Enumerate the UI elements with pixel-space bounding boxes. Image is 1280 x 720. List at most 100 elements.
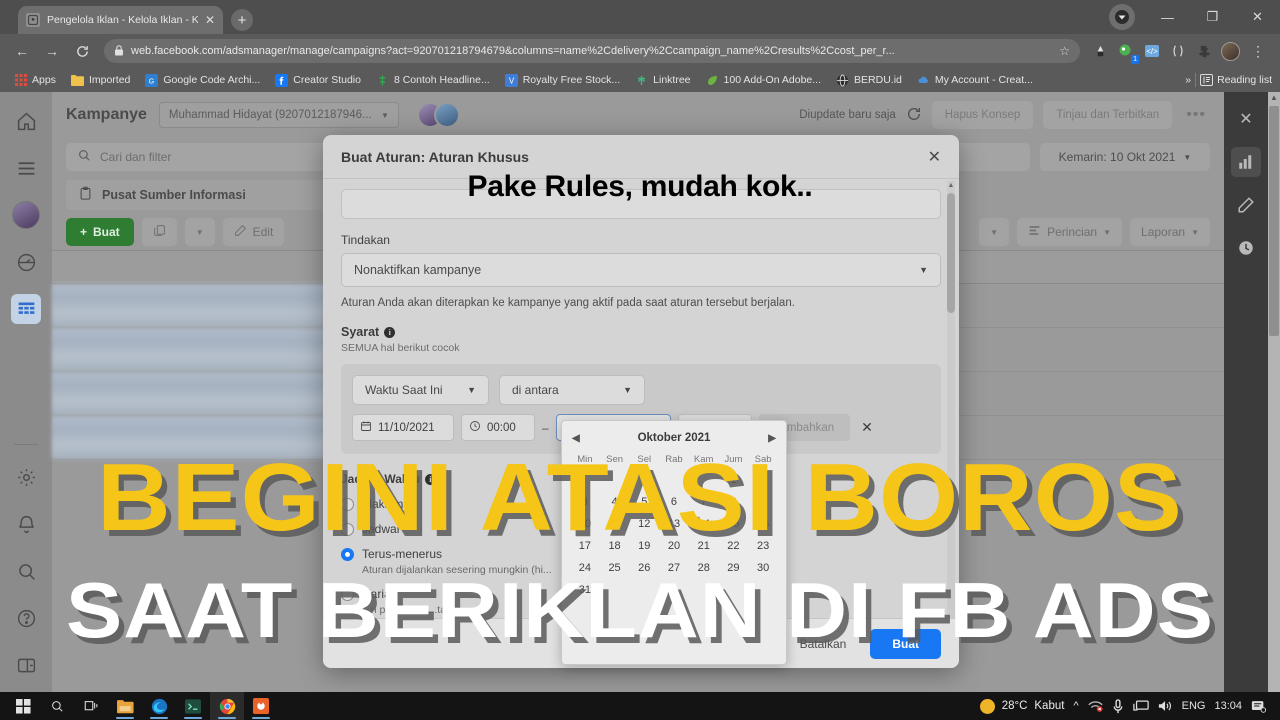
- maximize-button[interactable]: ❐: [1190, 0, 1235, 34]
- avatar[interactable]: [11, 200, 41, 230]
- clock-time[interactable]: 13:04: [1214, 700, 1242, 712]
- profile-avatar-icon[interactable]: [1218, 39, 1242, 63]
- svg-text:G: G: [149, 78, 154, 85]
- apps-grid-icon: [14, 74, 27, 87]
- modal-scrollbar[interactable]: ▲: [947, 181, 955, 621]
- lock-icon: [114, 44, 124, 58]
- chrome-menu-icon[interactable]: ⋮: [1244, 37, 1272, 65]
- extension-chat-icon[interactable]: 1: [1114, 39, 1139, 64]
- network-offline-icon[interactable]: [1087, 700, 1103, 713]
- action-label: Tindakan: [341, 233, 390, 247]
- window-controls: — ❐ ✕: [1109, 0, 1280, 34]
- reports-button[interactable]: Laporan ▼: [1130, 218, 1210, 246]
- vimeo-icon: V: [504, 73, 518, 87]
- chrome-icon[interactable]: [210, 692, 244, 720]
- calendar-prev-icon[interactable]: ◀: [572, 433, 580, 444]
- bookmark-apps[interactable]: Apps: [8, 70, 62, 90]
- bookmark-contoh-headline[interactable]: 8 Contoh Headline...: [370, 70, 496, 90]
- discard-draft-button[interactable]: Hapus Konsep: [931, 101, 1034, 129]
- address-bar[interactable]: web.facebook.com/adsmanager/manage/campa…: [104, 39, 1080, 63]
- weather-widget[interactable]: 28°C Kabut: [979, 698, 1064, 714]
- condition-metric-select[interactable]: Waktu Saat Ini ▼: [352, 375, 489, 405]
- back-icon[interactable]: ←: [8, 37, 36, 65]
- language-indicator[interactable]: ENG: [1182, 700, 1206, 712]
- refresh-icon[interactable]: [906, 106, 922, 125]
- bookmark-imported[interactable]: Imported: [65, 70, 136, 90]
- bookmark-creator-studio[interactable]: Creator Studio: [269, 70, 367, 90]
- remove-condition-icon[interactable]: ✕: [857, 419, 873, 436]
- more-options-icon[interactable]: •••: [1182, 106, 1210, 124]
- bookmark-addon-adobe[interactable]: 100 Add-On Adobe...: [700, 70, 828, 90]
- table-header-blurred: [52, 251, 352, 283]
- avatar[interactable]: [433, 102, 460, 128]
- bookmark-royalty-free-stock[interactable]: V Royalty Free Stock...: [499, 70, 626, 90]
- search-icon[interactable]: [40, 692, 74, 720]
- edit-button[interactable]: Edit: [222, 218, 285, 246]
- performance-gauge-icon[interactable]: [11, 247, 41, 277]
- notifications-icon[interactable]: [1251, 699, 1266, 713]
- file-explorer-icon[interactable]: [108, 692, 142, 720]
- display-icon[interactable]: [1132, 699, 1149, 713]
- review-publish-button[interactable]: Tinjau dan Terbitkan: [1043, 101, 1173, 129]
- modal-scrollbar-thumb[interactable]: [947, 193, 955, 313]
- bookmark-google-code-archive[interactable]: G Google Code Archi...: [139, 70, 266, 90]
- new-tab-button[interactable]: +: [231, 9, 253, 31]
- bookmark-berdu-id[interactable]: BERDU.id: [830, 70, 908, 90]
- scroll-up-icon[interactable]: ▲: [1268, 93, 1280, 102]
- sidebar-item-campaigns-table[interactable]: [11, 294, 41, 324]
- edge-icon[interactable]: [142, 692, 176, 720]
- condition-operator-select[interactable]: di antara ▼: [499, 375, 645, 405]
- folder-icon: [70, 74, 84, 87]
- svg-text:V: V: [509, 76, 515, 85]
- microphone-icon[interactable]: [1112, 698, 1124, 714]
- close-icon[interactable]: ✕: [928, 147, 941, 167]
- action-select[interactable]: Nonaktifkan kampanye ▼: [341, 253, 941, 287]
- reading-list-label[interactable]: Reading list: [1217, 74, 1272, 86]
- leaf-icon: [706, 74, 719, 87]
- scrollbar-thumb[interactable]: [1269, 106, 1279, 336]
- temperature-label: 28°C: [1001, 700, 1028, 712]
- forward-icon[interactable]: →: [38, 37, 66, 65]
- date-from-input[interactable]: 11/10/2021: [352, 414, 454, 441]
- browser-profile-avatar[interactable]: [1109, 4, 1135, 30]
- start-icon[interactable]: [6, 692, 40, 720]
- globe-icon: [836, 74, 849, 87]
- date-range-picker[interactable]: Kemarin: 10 Okt 2021 ▼: [1040, 143, 1210, 171]
- task-view-icon[interactable]: [74, 692, 108, 720]
- extension-code-icon[interactable]: </>: [1140, 39, 1164, 63]
- browser-tab[interactable]: Pengelola Iklan - Kelola Iklan - K... ✕: [18, 6, 223, 34]
- columns-dropdown-button[interactable]: ▼: [979, 218, 1010, 246]
- reload-icon[interactable]: [68, 37, 96, 65]
- minimize-button[interactable]: —: [1145, 0, 1190, 34]
- duplicate-button[interactable]: [141, 218, 177, 246]
- bookmark-linktree[interactable]: Linktree: [629, 70, 696, 90]
- create-button[interactable]: + Buat: [66, 218, 134, 246]
- linktree-icon: [635, 74, 648, 87]
- terminal-icon[interactable]: [176, 692, 210, 720]
- info-icon[interactable]: i: [384, 326, 396, 338]
- calendar-next-icon[interactable]: ▶: [768, 433, 776, 444]
- extensions-puzzle-icon[interactable]: [1192, 39, 1216, 63]
- action-note: Aturan Anda akan diterapkan ke kampanye …: [341, 297, 795, 309]
- svg-text:</>: </>: [1146, 47, 1158, 56]
- app-icon[interactable]: [244, 692, 278, 720]
- time-from-input[interactable]: 00:00: [461, 414, 535, 441]
- tab-close-icon[interactable]: ✕: [205, 14, 215, 26]
- volume-icon[interactable]: [1158, 699, 1173, 713]
- bookmark-label: My Account - Creat...: [934, 74, 1033, 86]
- extension-pen-icon[interactable]: [1088, 39, 1112, 63]
- bookmarks-overflow-chevron[interactable]: »: [1185, 74, 1191, 86]
- history-clock-icon[interactable]: [1231, 233, 1261, 263]
- duplicate-dropdown-button[interactable]: ▼: [184, 218, 215, 246]
- bookmark-star-icon[interactable]: ☆: [1059, 44, 1070, 58]
- bookmark-my-account-creator[interactable]: My Account - Creat...: [911, 70, 1039, 90]
- tray-chevron-up-icon[interactable]: ^: [1073, 700, 1078, 712]
- condition-subtitle: SEMUA hal berikut cocok: [341, 342, 460, 354]
- close-window-button[interactable]: ✕: [1235, 0, 1280, 34]
- tab-favicon-icon: [26, 13, 40, 27]
- account-selector[interactable]: Muhammad Hidayat (9207012187946... ▼: [158, 102, 399, 128]
- breakdown-button[interactable]: Perincian ▼: [1017, 218, 1123, 246]
- home-icon[interactable]: [11, 106, 41, 136]
- close-panel-icon[interactable]: ✕: [1231, 104, 1261, 134]
- extension-brackets-icon[interactable]: [1166, 39, 1190, 63]
